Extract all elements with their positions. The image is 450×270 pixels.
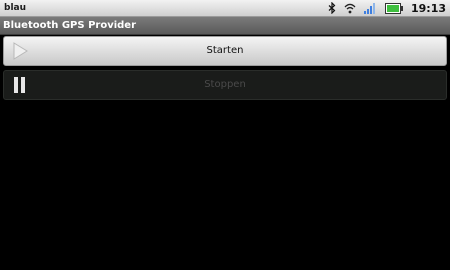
carrier-name: blau bbox=[4, 3, 27, 13]
status-icons: 19:13 bbox=[320, 0, 446, 17]
battery-icon bbox=[384, 0, 403, 18]
screen: blau 19:13 Bluetooth GPS Provider Starte… bbox=[0, 0, 450, 270]
stop-button[interactable]: Stoppen bbox=[3, 70, 447, 100]
start-button[interactable]: Starten bbox=[3, 36, 447, 66]
title-bar: Bluetooth GPS Provider bbox=[0, 17, 450, 35]
bluetooth-icon bbox=[328, 0, 336, 18]
app-title: Bluetooth GPS Provider bbox=[3, 20, 137, 31]
signal-icon bbox=[363, 0, 377, 18]
status-bar: blau 19:13 bbox=[0, 0, 450, 17]
start-button-label: Starten bbox=[206, 45, 244, 56]
stop-button-label: Stoppen bbox=[204, 79, 246, 90]
clock: 19:13 bbox=[410, 2, 446, 15]
wifi-icon bbox=[344, 0, 356, 18]
